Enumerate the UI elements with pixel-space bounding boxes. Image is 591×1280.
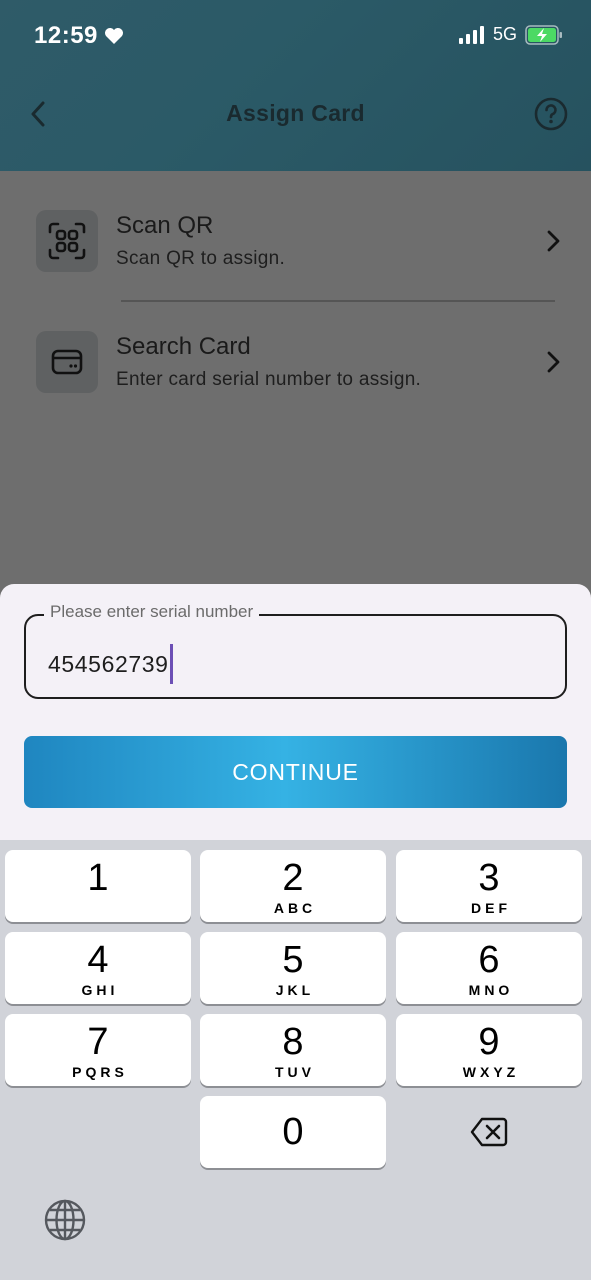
key-4[interactable]: 4 GHI (5, 932, 191, 1004)
key-letters: ABC (273, 900, 317, 916)
key-digit: 8 (282, 1021, 304, 1063)
key-digit: 9 (478, 1021, 500, 1063)
status-indicators: 5G (458, 24, 563, 45)
page-title: Assign Card (226, 100, 365, 126)
heart-icon (104, 28, 123, 44)
key-letters: DEF (471, 900, 511, 916)
scan-qr-option[interactable]: Scan QR Scan QR to assign. (36, 210, 566, 290)
search-card-option[interactable]: Search Card Enter card serial number to … (36, 331, 566, 411)
key-letters: PQRS (72, 1064, 128, 1080)
qr-scan-icon (48, 222, 86, 260)
serial-number-label: Please enter serial number (44, 602, 260, 622)
scan-qr-subtitle: Scan QR to assign. (116, 248, 286, 269)
key-letters: WXYZ (462, 1064, 520, 1080)
text-caret (169, 644, 173, 684)
key-digit: 0 (282, 1111, 304, 1153)
key-digit: 7 (87, 1021, 109, 1063)
key-digit: 3 (478, 857, 500, 899)
key-6[interactable]: 6 MNO (396, 932, 582, 1004)
key-letters: GHI (81, 982, 119, 998)
key-2[interactable]: 2 ABC (200, 850, 386, 922)
battery-charging-icon (525, 24, 562, 45)
backspace-icon[interactable] (470, 1116, 508, 1148)
key-digit: 1 (87, 857, 109, 899)
scan-qr-title: Scan QR (116, 212, 214, 239)
key-0[interactable]: 0 (200, 1096, 386, 1168)
numeric-keyboard: 1 2 ABC 3 DEF 4 GHI 5 JKL 6 MNO 7 PQRS 8… (0, 840, 591, 1280)
serial-number-value: 454562739 (48, 650, 169, 677)
key-3[interactable]: 3 DEF (396, 850, 582, 922)
key-5[interactable]: 5 JKL (200, 932, 386, 1004)
serial-number-value-wrap: 454562739 (48, 644, 173, 684)
key-9[interactable]: 9 WXYZ (396, 1014, 582, 1086)
search-card-title: Search Card (116, 333, 251, 360)
key-digit: 2 (282, 857, 304, 899)
key-letters: JKL (275, 982, 315, 998)
chevron-right-icon (547, 351, 560, 373)
qr-scan-icon-box (36, 210, 98, 272)
help-icon[interactable] (533, 96, 569, 132)
network-label: 5G (492, 24, 517, 44)
key-letters: MNO (468, 982, 514, 998)
serial-number-sheet: Please enter serial number 454562739 CON… (0, 584, 591, 844)
key-digit: 5 (282, 939, 304, 981)
continue-button[interactable]: CONTINUE (24, 736, 567, 808)
key-1[interactable]: 1 (5, 850, 191, 922)
key-digit: 6 (478, 939, 500, 981)
signal-icon (458, 25, 484, 44)
key-8[interactable]: 8 TUV (200, 1014, 386, 1086)
key-7[interactable]: 7 PQRS (5, 1014, 191, 1086)
serial-number-field[interactable]: Please enter serial number 454562739 (24, 602, 567, 699)
status-time: 12:59 (34, 22, 124, 50)
key-letters: TUV (275, 1064, 315, 1080)
key-digit: 4 (87, 939, 109, 981)
search-card-subtitle: Enter card serial number to assign. (116, 369, 422, 390)
card-icon (51, 349, 83, 375)
card-icon-box (36, 331, 98, 393)
divider (121, 300, 555, 302)
chevron-right-icon (547, 230, 560, 252)
globe-icon[interactable] (43, 1198, 87, 1242)
status-time-text: 12:59 (34, 22, 98, 49)
app-header: 12:59 5G Assign Card (0, 0, 591, 171)
